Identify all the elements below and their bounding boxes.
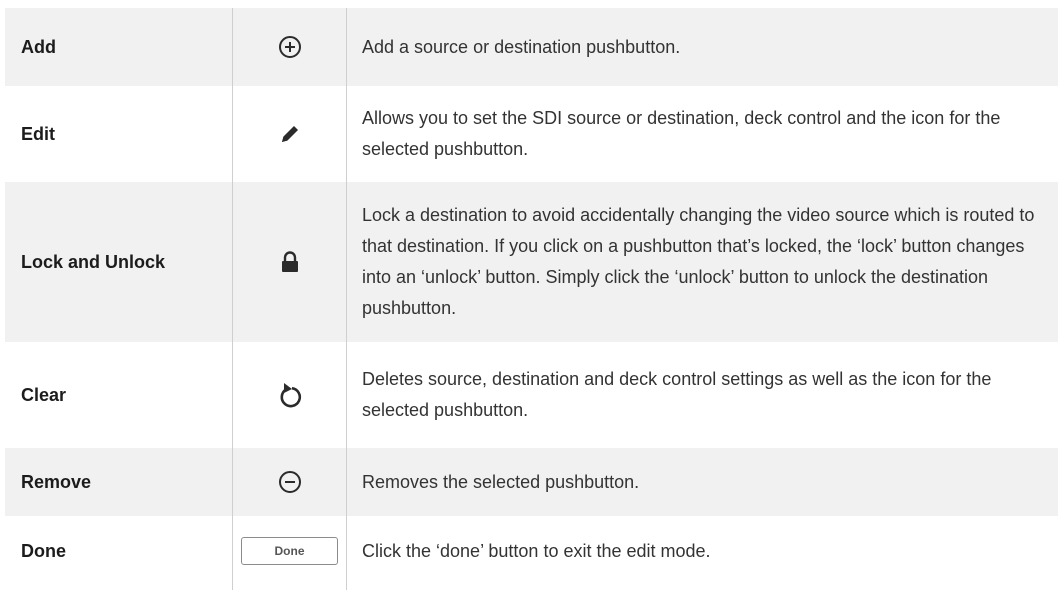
column-divider-1 [232, 8, 233, 590]
table-row-edit: Edit Allows you to set the SDI source or… [5, 86, 1058, 182]
icon-cell-remove [233, 448, 346, 516]
row-description-edit: Allows you to set the SDI source or dest… [362, 108, 1001, 159]
done-button[interactable]: Done [241, 537, 338, 565]
table-row-add: Add Add a source or destination pushbutt… [5, 8, 1058, 86]
icon-cell-clear [233, 342, 346, 448]
controls-table: Add Add a source or destination pushbutt… [0, 0, 1058, 590]
plus-circle-icon[interactable] [278, 35, 302, 59]
row-description-lock: Lock a destination to avoid accidentally… [362, 205, 1035, 318]
table-row-clear: Clear Deletes source, destination and de… [5, 342, 1058, 448]
reset-arrow-icon[interactable] [277, 381, 303, 409]
icon-cell-edit [233, 86, 346, 182]
row-description-done: Click the ‘done’ button to exit the edit… [362, 540, 711, 561]
table-row-lock: Lock and Unlock Lock a destination to av… [5, 182, 1058, 342]
icon-cell-done: Done [233, 516, 346, 586]
table-row-remove: Remove Removes the selected pushbutton. [5, 448, 1058, 516]
row-label-clear: Clear [21, 384, 67, 405]
table-row-done: Done Done Click the ‘done’ button to exi… [5, 516, 1058, 586]
row-label-remove: Remove [21, 471, 92, 492]
row-label-lock: Lock and Unlock [21, 251, 166, 272]
column-divider-2 [346, 8, 347, 590]
row-description-add: Add a source or destination pushbutton. [362, 36, 681, 57]
minus-circle-icon[interactable] [278, 470, 302, 494]
icon-cell-lock [233, 182, 346, 342]
icon-cell-add [233, 8, 346, 86]
row-label-done: Done [21, 540, 66, 561]
pencil-icon[interactable] [278, 122, 302, 146]
lock-icon[interactable] [280, 250, 300, 274]
row-label-edit: Edit [21, 123, 55, 144]
row-label-add: Add [21, 36, 56, 57]
row-description-remove: Removes the selected pushbutton. [362, 471, 640, 492]
row-description-clear: Deletes source, destination and deck con… [362, 369, 992, 420]
